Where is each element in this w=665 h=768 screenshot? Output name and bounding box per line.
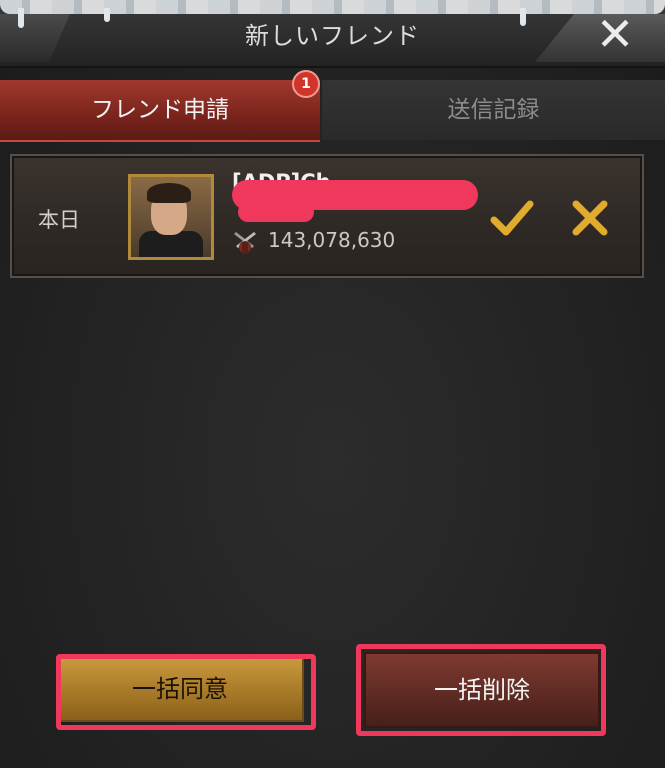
redaction-mark: [238, 202, 314, 222]
bulk-delete-button[interactable]: 一括削除: [364, 652, 600, 728]
avatar[interactable]: [128, 174, 214, 260]
window-title: 新しいフレンド: [245, 22, 420, 50]
tab-friend-requests[interactable]: フレンド申請: [0, 80, 320, 142]
tab-sent-history[interactable]: 送信記録: [322, 80, 665, 140]
close-button[interactable]: ✕: [593, 11, 637, 57]
bulk-accept-button[interactable]: 一括同意: [56, 656, 304, 722]
window-header: 新しいフレンド ✕: [0, 0, 665, 68]
snow-decoration: [0, 0, 665, 14]
request-date: 本日: [38, 208, 80, 232]
accept-checkmark-icon[interactable]: [490, 196, 534, 240]
reject-x-icon[interactable]: [568, 196, 612, 240]
notification-badge: 1: [292, 70, 320, 98]
crossed-pistols-icon: [234, 232, 256, 254]
friend-request-row: 本日 [ADP]Ch.. 143,078,630: [10, 154, 644, 278]
tab-bar: フレンド申請 送信記録: [0, 80, 665, 142]
close-icon: ✕: [595, 7, 635, 61]
friend-requests-window: 新しいフレンド ✕ フレンド申請 送信記録 1 本日 [ADP]Ch.. 143…: [0, 0, 665, 768]
power-value: 143,078,630: [268, 228, 396, 252]
